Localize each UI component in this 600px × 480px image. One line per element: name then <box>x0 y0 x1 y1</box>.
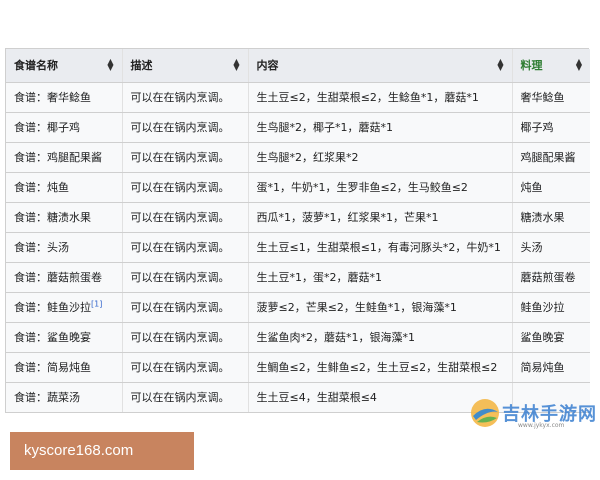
logo-subtext: www.jykyx.com <box>518 422 565 429</box>
recipe-desc-cell: 可以在在锅内烹调。 <box>122 262 249 293</box>
page: 食谱名称 ▲ ▼ 描述 ▲ ▼ 内容 ▲ ▼ 料理 ▲ ▼ 食谱：奢华鲶鱼 可以… <box>0 0 600 480</box>
logo-emblem-icon <box>471 399 499 427</box>
recipe-name: 食谱：炖鱼 <box>14 181 69 194</box>
recipe-name: 食谱：蘑菇煎蛋卷 <box>14 271 102 284</box>
sort-icon[interactable]: ▲ ▼ <box>233 58 239 72</box>
table-row: 食谱：鲨鱼晚宴 可以在在锅内烹调。 生鲨鱼肉*2，蘑菇*1，银海藻*1 鲨鱼晚宴 <box>6 322 590 353</box>
recipe-name: 食谱：鲨鱼晚宴 <box>14 331 91 344</box>
recipe-result-cell: 炖鱼 <box>512 172 590 203</box>
recipe-name-cell: 食谱：炖鱼 <box>6 172 123 203</box>
recipe-result-cell: 鲑鱼沙拉 <box>512 292 590 323</box>
table-body: 食谱：奢华鲶鱼 可以在在锅内烹调。 生土豆≤2，生甜菜根≤2，生鲶鱼*1，蘑菇*… <box>6 82 590 413</box>
recipe-name: 食谱：头汤 <box>14 241 69 254</box>
table-row: 食谱：奢华鲶鱼 可以在在锅内烹调。 生土豆≤2，生甜菜根≤2，生鲶鱼*1，蘑菇*… <box>6 82 590 113</box>
site-watermark-bar: kyscore168.com <box>10 432 194 470</box>
table-row: 食谱：鲑鱼沙拉[1] 可以在在锅内烹调。 菠萝≤2，芒果≤2，生鲑鱼*1，银海藻… <box>6 292 590 323</box>
table-header-row: 食谱名称 ▲ ▼ 描述 ▲ ▼ 内容 ▲ ▼ 料理 ▲ ▼ <box>6 49 590 83</box>
recipe-name-cell: 食谱：简易炖鱼 <box>6 352 123 383</box>
sort-icon[interactable]: ▲ ▼ <box>107 58 113 72</box>
table-row: 食谱：鸡腿配果酱 可以在在锅内烹调。 生鸟腿*2，红浆果*2 鸡腿配果酱 <box>6 142 590 173</box>
site-watermark-text: kyscore168.com <box>24 442 134 459</box>
header-desc-label: 描述 <box>130 59 153 73</box>
recipe-name-cell: 食谱：蔬菜汤 <box>6 382 123 413</box>
recipe-result-cell: 奢华鲶鱼 <box>512 82 590 113</box>
recipe-desc-cell: 可以在在锅内烹调。 <box>122 112 249 143</box>
sort-icon[interactable]: ▲ ▼ <box>497 58 503 72</box>
header-result[interactable]: 料理 ▲ ▼ <box>512 49 590 83</box>
sort-icon[interactable]: ▲ ▼ <box>576 58 582 72</box>
table-row: 食谱：简易炖鱼 可以在在锅内烹调。 生鲷鱼≤2，生鲱鱼≤2，生土豆≤2，生甜菜根… <box>6 352 590 383</box>
recipe-name-cell: 食谱：糖渍水果 <box>6 202 123 233</box>
recipe-name: 食谱：椰子鸡 <box>14 121 80 134</box>
recipe-name-cell: 食谱：鲨鱼晚宴 <box>6 322 123 353</box>
recipe-table-container: 食谱名称 ▲ ▼ 描述 ▲ ▼ 内容 ▲ ▼ 料理 ▲ ▼ 食谱：奢华鲶鱼 可以… <box>5 48 590 413</box>
recipe-table: 食谱名称 ▲ ▼ 描述 ▲ ▼ 内容 ▲ ▼ 料理 ▲ ▼ 食谱：奢华鲶鱼 可以… <box>6 49 590 413</box>
header-name[interactable]: 食谱名称 ▲ ▼ <box>6 49 123 83</box>
recipe-name-cell: 食谱：蘑菇煎蛋卷 <box>6 262 123 293</box>
recipe-result-cell: 简易炖鱼 <box>512 352 590 383</box>
recipe-result-cell: 椰子鸡 <box>512 112 590 143</box>
table-row: 食谱：蘑菇煎蛋卷 可以在在锅内烹调。 生土豆*1，蛋*2，蘑菇*1 蘑菇煎蛋卷 <box>6 262 590 293</box>
recipe-desc-cell: 可以在在锅内烹调。 <box>122 202 249 233</box>
table-row: 食谱：头汤 可以在在锅内烹调。 生土豆≤1，生甜菜根≤1，有毒河豚头*2，牛奶*… <box>6 232 590 263</box>
recipe-content-cell: 西瓜*1，菠萝*1，红浆果*1，芒果*1 <box>248 202 513 233</box>
recipe-content-cell: 生土豆≤1，生甜菜根≤1，有毒河豚头*2，牛奶*1 <box>248 232 513 263</box>
recipe-content-cell: 生鸟腿*2，椰子*1，蘑菇*1 <box>248 112 513 143</box>
recipe-name-cell: 食谱：鲑鱼沙拉[1] <box>6 292 123 323</box>
recipe-content-cell: 生鲷鱼≤2，生鲱鱼≤2，生土豆≤2，生甜菜根≤2 <box>248 352 513 383</box>
recipe-name: 食谱：简易炖鱼 <box>14 361 91 374</box>
table-row: 食谱：糖渍水果 可以在在锅内烹调。 西瓜*1，菠萝*1，红浆果*1，芒果*1 糖… <box>6 202 590 233</box>
recipe-desc-cell: 可以在在锅内烹调。 <box>122 382 249 413</box>
recipe-name-cell: 食谱：奢华鲶鱼 <box>6 82 123 113</box>
recipe-name: 食谱：蔬菜汤 <box>14 391 80 404</box>
recipe-result-cell: 鸡腿配果酱 <box>512 142 590 173</box>
header-name-label: 食谱名称 <box>14 59 58 73</box>
recipe-result-cell: 蘑菇煎蛋卷 <box>512 262 590 293</box>
recipe-desc-cell: 可以在在锅内烹调。 <box>122 172 249 203</box>
recipe-desc-cell: 可以在在锅内烹调。 <box>122 352 249 383</box>
recipe-desc-cell: 可以在在锅内烹调。 <box>122 232 249 263</box>
recipe-name-cell: 食谱：椰子鸡 <box>6 112 123 143</box>
recipe-desc-cell: 可以在在锅内烹调。 <box>122 82 249 113</box>
header-content-label: 内容 <box>256 59 279 73</box>
recipe-name-cell: 食谱：头汤 <box>6 232 123 263</box>
recipe-content-cell: 生鲨鱼肉*2，蘑菇*1，银海藻*1 <box>248 322 513 353</box>
recipe-name: 食谱：奢华鲶鱼 <box>14 91 91 104</box>
recipe-content-cell: 蛋*1，牛奶*1，生罗非鱼≤2，生马鲛鱼≤2 <box>248 172 513 203</box>
header-result-label: 料理 <box>520 59 543 73</box>
site-logo-watermark: 吉林手游网 www.jykyx.com <box>468 394 596 434</box>
recipe-desc-cell: 可以在在锅内烹调。 <box>122 322 249 353</box>
recipe-result-cell: 鲨鱼晚宴 <box>512 322 590 353</box>
recipe-content-cell: 生鸟腿*2，红浆果*2 <box>248 142 513 173</box>
recipe-name: 食谱：鲑鱼沙拉 <box>14 301 91 314</box>
recipe-result-cell: 糖渍水果 <box>512 202 590 233</box>
recipe-content-cell: 生土豆*1，蛋*2，蘑菇*1 <box>248 262 513 293</box>
header-content[interactable]: 内容 ▲ ▼ <box>248 49 513 83</box>
recipe-name: 食谱：鸡腿配果酱 <box>14 151 102 164</box>
recipe-name-cell: 食谱：鸡腿配果酱 <box>6 142 123 173</box>
recipe-content-cell: 生土豆≤2，生甜菜根≤2，生鲶鱼*1，蘑菇*1 <box>248 82 513 113</box>
table-row: 食谱：椰子鸡 可以在在锅内烹调。 生鸟腿*2，椰子*1，蘑菇*1 椰子鸡 <box>6 112 590 143</box>
recipe-content-cell: 菠萝≤2，芒果≤2，生鲑鱼*1，银海藻*1 <box>248 292 513 323</box>
recipe-desc-cell: 可以在在锅内烹调。 <box>122 142 249 173</box>
recipe-result-cell: 头汤 <box>512 232 590 263</box>
reference-link[interactable]: [1] <box>91 299 102 308</box>
recipe-name: 食谱：糖渍水果 <box>14 211 91 224</box>
header-desc[interactable]: 描述 ▲ ▼ <box>122 49 249 83</box>
table-row: 食谱：炖鱼 可以在在锅内烹调。 蛋*1，牛奶*1，生罗非鱼≤2，生马鲛鱼≤2 炖… <box>6 172 590 203</box>
recipe-desc-cell: 可以在在锅内烹调。 <box>122 292 249 323</box>
